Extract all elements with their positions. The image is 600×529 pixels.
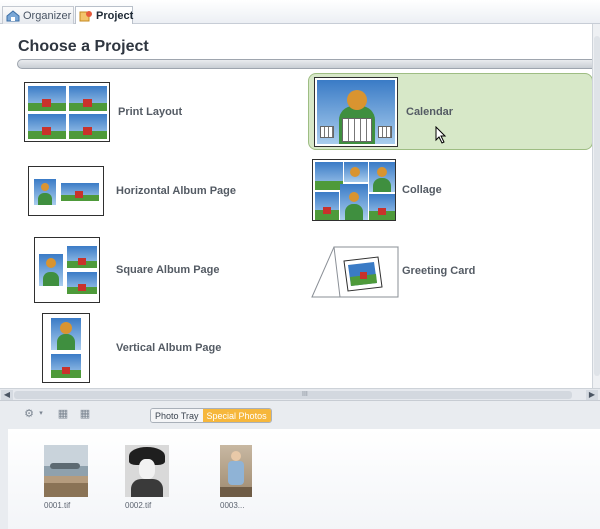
top-tab-bar: Organizer Project [0,0,600,24]
photo-image [44,445,88,497]
scrollbar-grip: III [302,391,308,398]
collage-icon [312,159,396,221]
project-item-label: Greeting Card [402,265,476,277]
square-album-icon [34,237,100,303]
organizer-icon [6,9,20,21]
title-divider [17,59,600,69]
photo-image [125,445,169,497]
tray-tabs: Photo Tray Special Photos [150,408,272,423]
tab-special-photos[interactable]: Special Photos [202,409,271,422]
horizontal-scrollbar[interactable]: ◀ III ▶ [0,388,600,400]
project-item-horizontal-album-page[interactable]: Horizontal Album Page [28,164,298,218]
tab-project[interactable]: Project [75,6,133,24]
vertical-scrollbar-thumb[interactable] [594,36,600,376]
photo-caption: 0002.tif [125,501,152,510]
project-item-print-layout[interactable]: Print Layout [24,80,284,144]
tab-project-label: Project [96,9,134,22]
photo-caption: 0001.tif [44,501,71,510]
photo-thumbnail[interactable]: 0003... [220,445,252,510]
tab-organizer-label: Organizer [23,9,72,22]
greeting-card-icon [311,246,399,298]
project-item-label: Horizontal Album Page [116,185,236,197]
dropdown-arrow-icon[interactable]: ▾ [34,407,48,421]
project-item-collage[interactable]: Collage [312,158,572,222]
mouse-cursor-icon [435,126,447,144]
project-item-vertical-album-page[interactable]: Vertical Album Page [42,312,312,384]
project-icon [79,10,92,21]
tray-view-icon[interactable]: ▦ [56,407,70,421]
project-item-greeting-card[interactable]: Greeting Card [310,242,580,300]
project-item-label: Vertical Album Page [116,342,222,354]
project-item-label: Calendar [406,105,454,118]
choose-project-panel: Choose a Project Print Layout Calendar H… [8,24,600,388]
tray-toolbar: ⚙ ▾ ▦ ▦ Photo Tray Special Photos [0,401,600,427]
tab-organizer[interactable]: Organizer [2,6,74,24]
photo-image [220,445,252,497]
horizontal-album-icon [28,166,104,216]
project-item-label: Collage [402,184,442,196]
photo-caption: 0003... [220,501,245,510]
calendar-icon [314,76,398,147]
photo-tray-panel: ⚙ ▾ ▦ ▦ Photo Tray Special Photos 0001.t… [0,400,600,529]
photo-thumbnail[interactable]: 0001.tif [44,445,88,510]
scroll-right-icon[interactable]: ▶ [586,390,598,400]
scroll-left-icon[interactable]: ◀ [1,390,13,400]
print-layout-icon [24,82,110,142]
tray-sort-icon[interactable]: ▦ [78,407,92,421]
horizontal-scrollbar-thumb[interactable]: III [14,391,572,399]
vertical-scrollbar[interactable] [592,24,600,388]
project-item-square-album-page[interactable]: Square Album Page [34,236,304,304]
page-title: Choose a Project [18,38,149,55]
project-item-calendar[interactable]: Calendar [308,73,593,150]
tab-photo-tray[interactable]: Photo Tray [151,409,203,422]
vertical-album-icon [42,313,90,383]
project-item-label: Print Layout [118,106,183,118]
photo-thumbnail[interactable]: 0002.tif [125,445,169,510]
project-item-label: Square Album Page [116,264,220,276]
photo-tray-area: 0001.tif 0002.tif 0003... [8,429,600,529]
